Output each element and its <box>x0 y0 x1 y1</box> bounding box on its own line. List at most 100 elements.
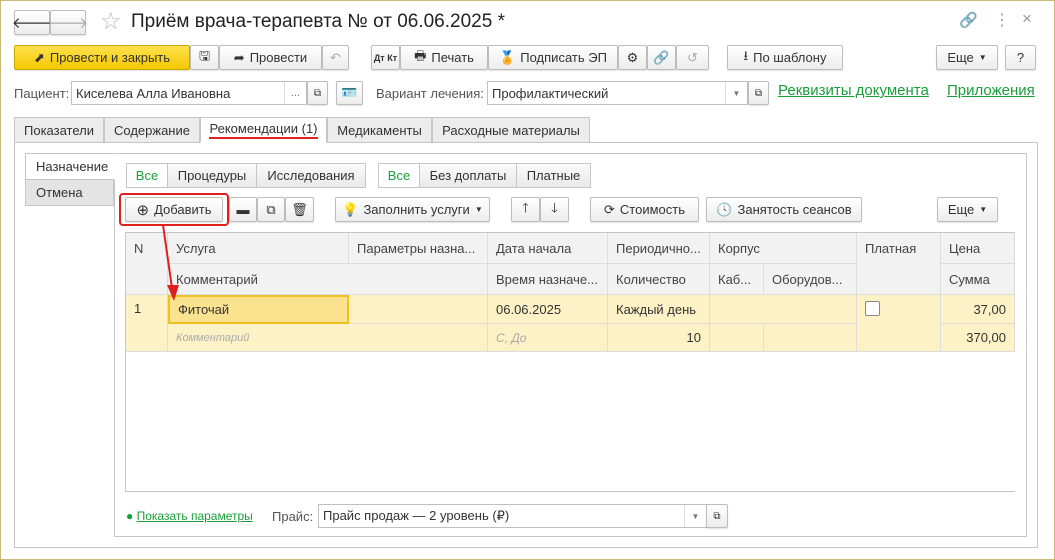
row-quantity[interactable]: 10 <box>608 324 710 352</box>
row-service[interactable]: Фиточай <box>168 295 349 324</box>
fill-services-button[interactable]: 💡 Заполнить услуги ▼ <box>335 197 490 222</box>
open-price-button[interactable]: ⧉ <box>706 504 728 528</box>
open-patient-button[interactable]: ⧉ <box>307 81 328 105</box>
history-button[interactable]: ↺ <box>676 45 709 70</box>
header-quantity[interactable]: Количество <box>608 264 710 295</box>
print-button[interactable]: 🖶 Печать <box>400 45 488 70</box>
show-params-link[interactable]: ● Показать параметры <box>126 509 253 523</box>
dropdown-icon[interactable]: ▼ <box>684 505 706 527</box>
open-icon: ⧉ <box>754 87 763 99</box>
price-list-select[interactable]: Прайс продаж — 2 уровень (₽) ▼ <box>318 504 707 528</box>
row-start-date[interactable]: 06.06.2025 <box>488 295 608 324</box>
row-building[interactable] <box>710 295 857 324</box>
save-button[interactable]: 🖫 <box>190 45 219 70</box>
id-card-icon: 🪪 <box>341 85 358 100</box>
patient-input[interactable]: Киселева Алла Ивановна... <box>71 81 307 105</box>
header-comment[interactable]: Комментарий <box>168 264 488 295</box>
header-service[interactable]: Услуга <box>168 233 349 264</box>
side-tab-cancel[interactable]: Отмена <box>25 179 114 206</box>
header-price[interactable]: Цена <box>941 233 1015 264</box>
forward-button[interactable]: 🡒 <box>48 10 88 35</box>
header-time[interactable]: Время назначе... <box>488 264 608 295</box>
history-icon: ↺ <box>687 49 698 65</box>
table-more-button[interactable]: Еще ▼ <box>937 197 998 222</box>
more-icon[interactable]: ⋮ <box>994 10 1010 30</box>
document-window: 🡐 🡒 ☆ Приём врача-терапевта № от 06.06.2… <box>0 0 1055 560</box>
row-number[interactable]: 1 <box>126 295 168 352</box>
open-icon: ⧉ <box>313 87 322 99</box>
filter-paid[interactable]: Платные <box>516 163 591 188</box>
add-group-button[interactable]: ▬ <box>229 197 257 222</box>
variant-select[interactable]: Профилактический ▼ <box>487 81 748 105</box>
post-button[interactable]: ➦ Провести <box>219 45 322 70</box>
row-time[interactable]: С, До <box>488 324 608 352</box>
header-paid[interactable]: Платная <box>857 233 941 295</box>
header-building[interactable]: Корпус <box>710 233 857 264</box>
session-occupancy-button[interactable]: 🕓 Занятость сеансов <box>706 197 862 222</box>
attachments-link[interactable]: Приложения <box>947 82 1035 99</box>
back-button[interactable]: 🡐 <box>11 10 53 35</box>
header-start-date[interactable]: Дата начала <box>488 233 608 264</box>
close-icon[interactable]: × <box>1022 9 1032 29</box>
seal-icon: 🏅 <box>499 49 516 65</box>
requisites-link[interactable]: Реквизиты документа <box>778 82 929 99</box>
dtkt-button[interactable]: Дт Кт <box>371 45 400 70</box>
settings-button[interactable]: ⚙ <box>618 45 647 70</box>
link-icon[interactable]: 🔗 <box>959 11 978 29</box>
row-paid[interactable] <box>857 295 941 352</box>
dropdown-icon: ▼ <box>474 205 483 214</box>
patient-card-button[interactable]: 🪪 <box>336 81 363 105</box>
arrow-left-icon: 🡐 <box>11 15 53 32</box>
undo-post-button[interactable]: ↶ <box>322 45 349 70</box>
row-price[interactable]: 37,00 <box>941 295 1015 324</box>
row-cabinet[interactable] <box>710 324 764 352</box>
filter-procedures[interactable]: Процедуры <box>167 163 257 188</box>
filter-no-surcharge[interactable]: Без доплаты <box>419 163 517 188</box>
label: Стоимость <box>619 202 685 217</box>
help-button[interactable]: ? <box>1005 45 1036 70</box>
open-variant-button[interactable]: ⧉ <box>748 81 769 105</box>
cost-button[interactable]: ⟳ Стоимость <box>590 197 699 222</box>
post-and-close-button[interactable]: ⬈ Провести и закрыть <box>14 45 190 70</box>
by-template-button[interactable]: ⭳ По шаблону <box>727 45 843 70</box>
header-sum[interactable]: Сумма <box>941 264 1015 295</box>
dropdown-icon[interactable]: ▼ <box>725 82 747 104</box>
header-params[interactable]: Параметры назна... <box>349 233 488 264</box>
move-up-button[interactable]: 🡑 <box>511 197 540 222</box>
tab-recommendations[interactable]: Рекомендации (1) <box>200 117 327 143</box>
header-equipment[interactable]: Оборудов... <box>764 264 857 295</box>
filter-research[interactable]: Исследования <box>256 163 366 188</box>
value: Профилактический <box>492 85 609 101</box>
price-label: Прайс: <box>272 509 314 524</box>
link-button[interactable]: 🔗 <box>647 45 676 70</box>
clock-icon: 🕓 <box>716 201 733 217</box>
move-down-button[interactable]: 🡓 <box>540 197 569 222</box>
select-button[interactable]: ... <box>284 82 306 104</box>
header-periodicity[interactable]: Периодично... <box>608 233 710 264</box>
side-tab-assignment[interactable]: Назначение <box>25 153 115 180</box>
row-periodicity[interactable]: Каждый день <box>608 295 710 324</box>
label: По шаблону <box>753 50 827 65</box>
more-button[interactable]: Еще ▼ <box>936 45 998 70</box>
tab-content[interactable]: Содержание <box>104 117 200 143</box>
sign-button[interactable]: 🏅 Подписать ЭП <box>488 45 618 70</box>
variant-label: Вариант лечения: <box>376 86 484 101</box>
row-sum[interactable]: 370,00 <box>941 324 1015 352</box>
row-equipment[interactable] <box>764 324 857 352</box>
header-cabinet[interactable]: Каб... <box>710 264 764 295</box>
delete-button[interactable]: 🗑 <box>285 197 314 222</box>
label: Рекомендации (1) <box>209 121 318 139</box>
filter-all-payment[interactable]: Все <box>378 163 420 188</box>
printer-icon: 🖶 <box>414 47 427 63</box>
row-comment[interactable]: Комментарий <box>168 324 488 352</box>
tab-indicators[interactable]: Показатели <box>14 117 104 143</box>
filter-all-types[interactable]: Все <box>126 163 168 188</box>
tab-medications[interactable]: Медикаменты <box>327 117 432 143</box>
annotation-arrow <box>162 224 179 301</box>
post-icon: ⬈ <box>33 49 45 65</box>
row-params[interactable] <box>349 295 488 324</box>
copy-button[interactable]: ⧉ <box>257 197 285 222</box>
favorite-star-icon[interactable]: ☆ <box>100 7 122 36</box>
tab-consumables[interactable]: Расходные материалы <box>432 117 590 143</box>
paid-checkbox[interactable] <box>865 301 880 316</box>
